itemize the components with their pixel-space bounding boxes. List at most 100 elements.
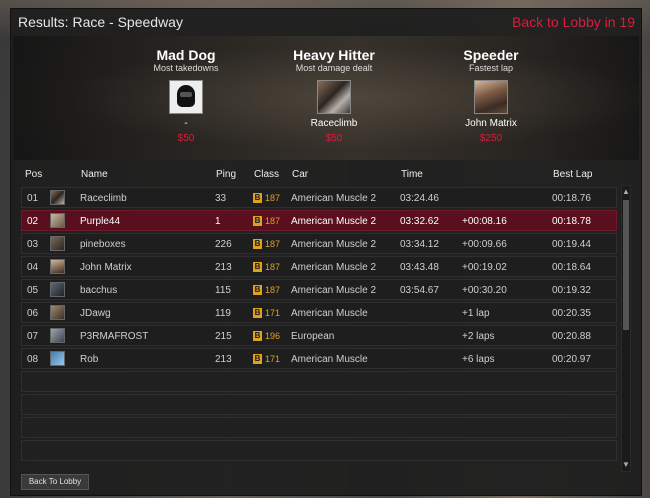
row-car: American Muscle 2	[291, 262, 377, 273]
class-badge: B	[253, 308, 262, 318]
table-row[interactable]: 02 Purple44 1 B 187 American Muscle 2 03:32.62…	[21, 210, 617, 231]
row-time: 03:54.67	[400, 285, 439, 296]
row-best-lap: 00:20.35	[552, 308, 591, 319]
row-ping: 115	[215, 285, 231, 296]
empty-row	[21, 371, 617, 392]
row-name: JDawg	[80, 308, 111, 319]
table-row[interactable]: 08 Rob 213 B 171 American Muscle +6 laps 00:20.…	[21, 348, 617, 369]
row-best-lap: 00:20.97	[552, 354, 591, 365]
player-avatar	[50, 236, 65, 251]
row-pos: 04	[27, 262, 39, 273]
table-row[interactable]: 03 pineboxes 226 B 187 American Muscle 2 03:34…	[21, 233, 617, 254]
row-ping: 226	[215, 239, 232, 250]
back-to-lobby-button[interactable]: Back To Lobby	[21, 474, 89, 490]
results-table-body: 01 Raceclimb 33 B 187 American Muscle 2 03:24.…	[21, 185, 617, 472]
table-row[interactable]: 06 JDawg 119 B 171 American Muscle +1 lap 00:20…	[21, 302, 617, 323]
class-rating: 187	[265, 216, 281, 226]
row-ping: 213	[215, 354, 232, 365]
award-subtitle: Most damage dealt	[295, 63, 373, 73]
row-gap: +1 lap	[462, 308, 490, 319]
scrollbar-thumb[interactable]	[623, 200, 629, 330]
default-helmet-avatar	[169, 80, 203, 114]
class-badge: B	[253, 262, 262, 272]
player-avatar	[50, 351, 65, 366]
class-rating: 187	[265, 239, 281, 249]
row-gap: +00:19.02	[462, 262, 507, 273]
row-name: bacchus	[80, 285, 118, 296]
row-car: European	[291, 331, 335, 342]
row-pos: 07	[27, 331, 39, 342]
class-badge: B	[253, 216, 262, 226]
portrait-photo-avatar	[474, 80, 508, 114]
class-rating: 187	[265, 285, 281, 295]
row-pos: 06	[27, 308, 39, 319]
row-gap: +00:08.16	[462, 216, 507, 227]
results-scrollbar[interactable]: ▲ ▼	[621, 185, 631, 472]
row-ping: 215	[215, 331, 232, 342]
player-avatar	[50, 282, 65, 297]
header-best-lap: Best Lap	[553, 169, 593, 180]
award-player: -	[184, 118, 188, 129]
class-rating: 171	[265, 308, 281, 318]
chevron-up-icon[interactable]: ▲	[622, 186, 630, 198]
class-badge: B	[253, 193, 262, 203]
row-name: Rob	[80, 354, 99, 365]
award-subtitle: Most takedowns	[153, 63, 219, 73]
lobby-countdown: Back to Lobby in 19	[512, 14, 635, 30]
class-badge: B	[253, 239, 262, 249]
row-ping: 119	[215, 308, 231, 319]
row-best-lap: 00:19.44	[552, 239, 591, 250]
row-pos: 05	[27, 285, 39, 296]
results-panel: Results: Race - Speedway Back to Lobby i…	[10, 8, 642, 496]
row-time: 03:32.62	[400, 216, 439, 227]
award-prize: $50	[177, 133, 195, 144]
row-ping: 213	[215, 262, 232, 273]
row-time: 03:34.12	[400, 239, 439, 250]
table-row[interactable]: 05 bacchus 115 B 187 American Muscle 2 03:54.6…	[21, 279, 617, 300]
car-photo-avatar	[317, 80, 351, 114]
class-rating: 187	[265, 193, 281, 203]
table-row[interactable]: 04 John Matrix 213 B 187 American Muscle 2 03:…	[21, 256, 617, 277]
award-player: Raceclimb	[310, 118, 358, 129]
row-car: American Muscle 2	[291, 216, 377, 227]
row-pos: 08	[27, 354, 39, 365]
chevron-down-icon[interactable]: ▼	[622, 459, 630, 471]
row-pos: 03	[27, 239, 39, 250]
row-car: American Muscle 2	[291, 193, 377, 204]
award-prize: $50	[325, 133, 343, 144]
header-car: Car	[292, 169, 309, 180]
row-name: P3RMAFROST	[80, 331, 149, 342]
row-gap: +6 laps	[462, 354, 495, 365]
row-name: Raceclimb	[80, 193, 127, 204]
row-name: pineboxes	[80, 239, 126, 250]
empty-row	[21, 417, 617, 438]
class-rating: 187	[265, 262, 281, 272]
row-gap: +00:09.66	[462, 239, 507, 250]
class-badge: B	[253, 354, 262, 364]
row-car: American Muscle	[291, 308, 368, 319]
class-badge: B	[253, 331, 262, 341]
row-name: John Matrix	[80, 262, 132, 273]
row-pos: 01	[27, 193, 39, 204]
player-avatar	[50, 259, 65, 274]
row-best-lap: 00:18.76	[552, 193, 591, 204]
awards-banner: Mad Dog Most takedowns - $50 Heavy Hitte…	[13, 36, 639, 160]
row-ping: 33	[215, 193, 227, 204]
row-best-lap: 00:18.78	[552, 216, 591, 227]
player-avatar	[50, 213, 65, 228]
row-car: American Muscle 2	[291, 285, 377, 296]
award-subtitle: Fastest lap	[468, 63, 514, 73]
header-time: Time	[401, 169, 423, 180]
row-pos: 02	[27, 216, 39, 227]
header-pos: Pos	[25, 169, 43, 180]
table-row[interactable]: 07 P3RMAFROST 215 B 196 European +2 laps 00:20.…	[21, 325, 617, 346]
award-mad-dog: Mad Dog Most takedowns - $50	[111, 47, 261, 145]
award-heavy-hitter: Heavy Hitter Most damage dealt Raceclimb…	[259, 47, 409, 145]
row-gap: +00:30.20	[462, 285, 507, 296]
table-row[interactable]: 01 Raceclimb 33 B 187 American Muscle 2 03:24.…	[21, 187, 617, 208]
row-best-lap: 00:20.88	[552, 331, 591, 342]
header-class: Class	[254, 169, 280, 180]
empty-row	[21, 440, 617, 461]
row-name: Purple44	[80, 216, 121, 227]
row-car: American Muscle 2	[291, 239, 377, 250]
